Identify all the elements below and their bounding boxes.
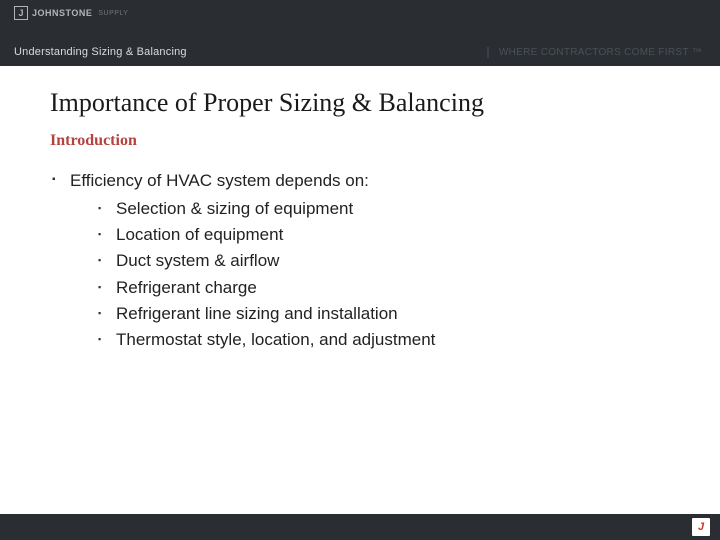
sub-bullet-item: Location of equipment	[98, 222, 670, 248]
sub-bullet-list: Selection & sizing of equipment Location…	[70, 196, 670, 354]
bullet-list: Efficiency of HVAC system depends on: Se…	[50, 168, 670, 354]
header-tagline: WHERE CONTRACTORS COME FIRST ™	[487, 47, 702, 58]
brand-logo-text: JOHNSTONE	[32, 8, 92, 18]
breadcrumb: Understanding Sizing & Balancing	[14, 46, 187, 58]
slide-subtitle: Introduction	[50, 132, 670, 150]
footer-logo-icon: J	[692, 518, 710, 536]
brand-logo-mark-icon: J	[14, 6, 28, 20]
header-bar: J JOHNSTONE SUPPLY Understanding Sizing …	[0, 0, 720, 66]
footer-bar: J	[0, 514, 720, 540]
sub-bullet-item: Selection & sizing of equipment	[98, 196, 670, 222]
bullet-lead-text: Efficiency of HVAC system depends on:	[70, 171, 369, 190]
brand-logo-subtext: SUPPLY	[98, 10, 128, 17]
sub-bullet-item: Duct system & airflow	[98, 248, 670, 274]
sub-bullet-item: Thermostat style, location, and adjustme…	[98, 327, 670, 353]
sub-bullet-item: Refrigerant line sizing and installation	[98, 301, 670, 327]
brand-logo: J JOHNSTONE SUPPLY	[14, 6, 128, 20]
sub-bullet-item: Refrigerant charge	[98, 275, 670, 301]
slide: J JOHNSTONE SUPPLY Understanding Sizing …	[0, 0, 720, 540]
bullet-item: Efficiency of HVAC system depends on: Se…	[52, 168, 670, 354]
slide-title: Importance of Proper Sizing & Balancing	[50, 88, 670, 118]
slide-content: Importance of Proper Sizing & Balancing …	[0, 66, 720, 514]
